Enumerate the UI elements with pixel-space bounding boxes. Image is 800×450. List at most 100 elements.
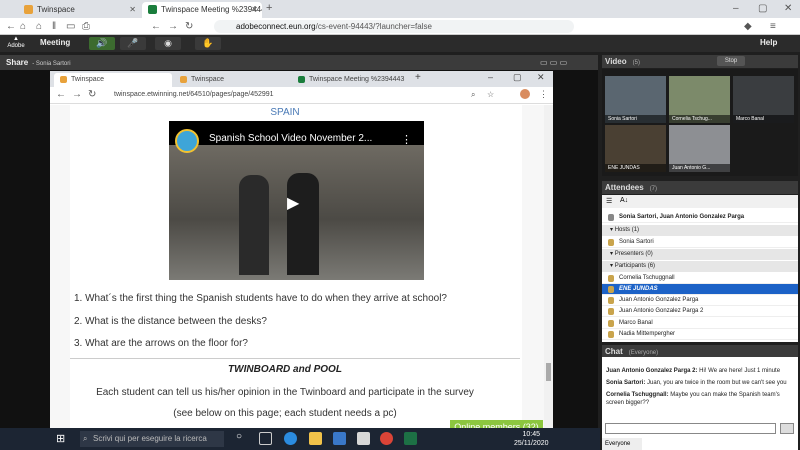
pool-description: Each student can tell us his/her opinion… [96,387,474,398]
youtube-video-embed[interactable]: Spanish School Video November 2... ⋮ ▶ [169,121,424,280]
minimize-icon[interactable]: – [733,2,739,15]
camera-feed[interactable]: Cornelia Tschug... [669,76,730,123]
sidebar-icon[interactable]: ▭ [66,20,75,33]
outer-address-bar: ← ⌂ ⌂ ‖ ▭ ⎙ ← → ↻ adobeconnect.eun.org/c… [0,18,800,35]
camera-feed[interactable]: Juan Antonio G... [669,125,730,172]
section-heading: SPAIN [270,107,300,118]
attendees-pod: ☰ A↓ Sonia Sartori, Juan Antonio Gonzale… [602,195,798,342]
edge-icon[interactable] [284,432,297,445]
video-title[interactable]: Spanish School Video November 2... [209,133,372,144]
file-explorer-icon[interactable] [309,432,322,445]
attendee-row[interactable]: Cornelia Tschuggnall [602,273,798,284]
kebab-menu-icon[interactable]: ⋮ [539,89,548,100]
close-window-icon[interactable]: ✕ [537,72,545,83]
inner-url-field[interactable]: twinspace.etwinning.net/64510/pages/page… [114,91,274,98]
send-message-button[interactable] [780,423,794,434]
new-tab-icon[interactable]: + [415,72,421,83]
speaker-button[interactable]: 🔊 [89,37,115,50]
play-icon[interactable]: ▶ [287,193,299,213]
taskbar-clock[interactable]: 10:45 25/11/2020 [514,430,549,448]
attendee-row[interactable]: Sonia Sartori [602,237,798,248]
store-icon[interactable] [333,432,346,445]
student-figure [287,173,319,275]
home-icon[interactable]: ⌂ [20,20,26,33]
close-tab-icon[interactable]: ✕ [251,2,258,18]
page-scrollbar[interactable] [544,105,553,434]
user-icon [608,308,614,315]
question-3: 3. What are the arrows on the floor for? [74,338,248,349]
outer-url-field[interactable]: adobeconnect.eun.org/cs-event-94443/?lau… [214,20,574,33]
reload-icon[interactable]: ↻ [88,89,96,100]
help-menu[interactable]: Help [760,38,777,47]
hosts-section[interactable]: ▾ Hosts (1) [602,225,798,236]
attendee-row[interactable]: Nadia Mittempergher [602,329,798,340]
raise-hand-button[interactable]: ✋ [195,37,221,50]
extension-icon[interactable]: ◆ [744,20,752,33]
back-arrow-icon[interactable]: ← [151,20,161,33]
inner-tab-twinspace-2[interactable]: Twinspace [174,73,290,87]
close-window-icon[interactable]: ✕ [784,2,792,15]
video-pod-header: Video (5) Stop [602,55,798,68]
maximize-icon[interactable]: ▢ [513,72,522,83]
taskbar-search[interactable]: ⌕ Scrivi qui per eseguire la ricerca [80,431,224,447]
excel-icon[interactable] [404,432,417,445]
attendee-row[interactable]: Marco Banal [602,318,798,329]
inner-tab-meeting[interactable]: Twinspace Meeting %2394443 [292,73,412,87]
inner-tab-twinspace-1[interactable]: Twinspace [54,73,172,87]
task-view-icon[interactable] [259,432,272,445]
video-pod: Sonia Sartori Cornelia Tschug... Marco B… [602,69,798,176]
chat-tab-everyone[interactable]: Everyone [602,438,642,450]
sort-icon[interactable]: A↓ [620,197,628,204]
section-divider [70,358,520,359]
camera-feed[interactable]: Sonia Sartori [605,76,666,123]
pool-heading: TWINBOARD and POOL [228,364,342,375]
outer-tab-strip: Twinspace ✕ Twinspace Meeting %2394443 ✕ +… [0,0,800,18]
close-tab-icon[interactable]: ✕ [129,2,136,18]
library-icon[interactable]: ‖ [52,20,56,33]
chat-message: Sonia Sartori: Juan, you are twice in th… [606,380,787,386]
chrome-icon[interactable] [380,432,393,445]
attendee-row[interactable]: Juan Antonio Gonzalez Parga 2 [602,306,798,317]
camera-feed[interactable]: Marco Banal [733,76,794,123]
mail-icon[interactable] [357,432,370,445]
share-presenter: - Sonia Sartori [32,61,71,67]
print-icon[interactable]: ⎙ [82,20,90,33]
channel-logo-icon [175,129,199,153]
cortana-icon[interactable]: ○ [236,431,242,442]
zoom-icon[interactable]: ⌕ [471,90,475,100]
back-icon[interactable]: ← [56,89,66,100]
minimize-icon[interactable]: – [488,72,493,82]
meeting-menu[interactable]: Meeting [40,38,70,47]
outer-tab-twinspace[interactable]: Twinspace ✕ [18,2,140,18]
attendee-row[interactable]: Juan Antonio Gonzalez Parga [602,295,798,306]
windows-start-icon[interactable]: ⊞ [56,432,65,445]
bookmark-star-icon[interactable]: ☆ [487,90,494,99]
search-icon: ⌕ [83,434,88,443]
forward-arrow-icon[interactable]: → [168,20,178,33]
presenters-section[interactable]: ▾ Presenters (0) [602,249,798,260]
chat-pod: Juan Antonio Gonzalez Parga 2: Hi! We ar… [602,357,798,450]
new-tab-icon[interactable]: + [266,2,272,15]
forward-icon[interactable]: → [72,89,82,100]
layout-icon[interactable]: ▭ ▭ ▭ [540,55,567,70]
attendee-row-selected[interactable]: ENE JUNDAS [602,284,798,295]
list-view-icon[interactable]: ☰ [606,197,612,205]
user-icon [608,331,614,338]
reload-icon[interactable]: ↻ [185,20,193,33]
attendees-toolbar: ☰ A↓ [602,195,798,208]
webcam-button[interactable]: ◉ [155,37,181,50]
scroll-thumb[interactable] [546,363,551,381]
participants-section[interactable]: ▾ Participants (6) [602,261,798,272]
outer-tab-meeting[interactable]: Twinspace Meeting %2394443 ✕ [142,2,262,18]
camera-feed[interactable]: ENE JUNDAS [605,125,666,172]
stop-camera-button[interactable]: Stop [717,56,745,66]
profile-avatar[interactable] [520,89,530,99]
maximize-icon[interactable]: ▢ [758,2,767,15]
pool-note: (see below on this page; each student ne… [173,408,397,419]
menu-icon[interactable]: ≡ [770,20,776,33]
back-icon[interactable]: ← [6,20,16,33]
home-icon[interactable]: ⌂ [36,20,42,33]
video-menu-icon[interactable]: ⋮ [401,133,412,146]
microphone-button[interactable]: 🎤 [120,37,146,50]
chat-input[interactable] [605,423,776,434]
